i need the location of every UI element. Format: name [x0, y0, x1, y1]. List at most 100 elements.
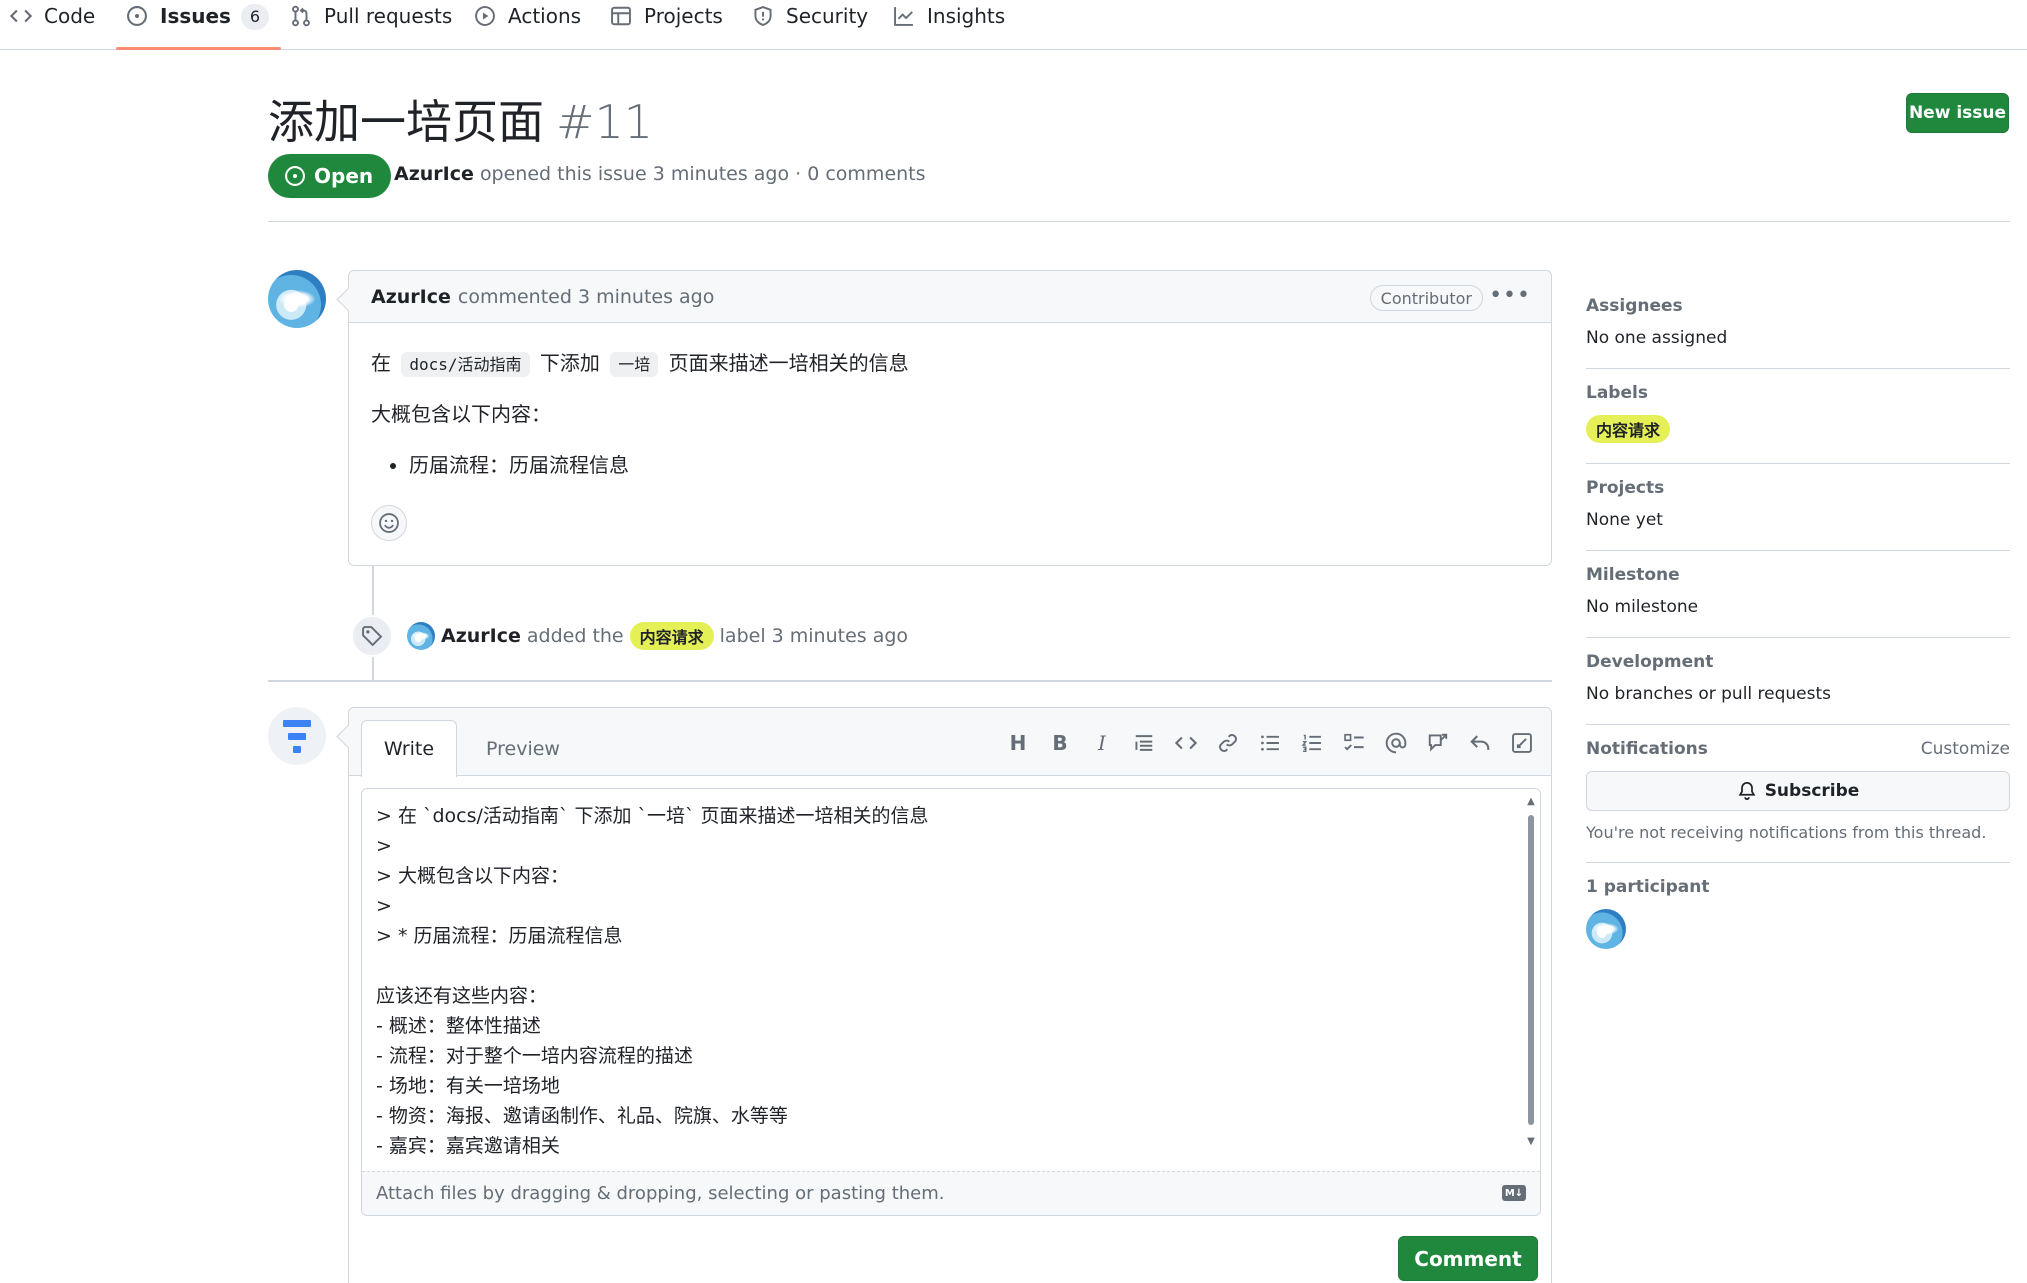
bold-icon[interactable]: B — [1045, 728, 1075, 758]
tab-projects[interactable]: Projects — [610, 0, 723, 50]
label-pill[interactable]: 内容请求 — [629, 622, 714, 650]
comment-paragraph: 在 docs/活动指南 下添加 一培 页面来描述一培相关的信息 — [371, 347, 1529, 377]
italic-icon[interactable]: I — [1087, 728, 1117, 758]
new-issue-button[interactable]: New issue — [1906, 93, 2009, 133]
scrollbar-thumb[interactable] — [1528, 815, 1534, 1125]
tab-insights[interactable]: Insights — [893, 0, 1005, 50]
graph-icon — [894, 7, 913, 26]
markdown-icon[interactable]: M↓ — [1502, 1185, 1526, 1201]
tab-issues[interactable]: Issues 6 — [116, 0, 281, 50]
tab-preview[interactable]: Preview — [467, 720, 579, 777]
code-icon — [10, 9, 32, 23]
scrollbar[interactable]: ▲ ▼ — [1526, 797, 1536, 1147]
timeline-badge — [351, 615, 393, 657]
contributor-badge: Contributor — [1369, 285, 1483, 311]
cross-reference-icon[interactable] — [1423, 728, 1453, 758]
sidebar-notifications: Notifications Customize Subscribe You're… — [1586, 725, 2010, 863]
avatar[interactable] — [268, 270, 326, 328]
task-list-icon[interactable] — [1339, 728, 1369, 758]
markdown-toolbar: H B I — [1003, 728, 1537, 758]
avatar-bar — [288, 732, 306, 740]
issue-author-link[interactable]: AzurIce — [394, 163, 474, 185]
tab-issues-label: Issues — [160, 4, 231, 28]
customize-link[interactable]: Customize — [1921, 739, 2010, 759]
unordered-list-icon[interactable] — [1255, 728, 1285, 758]
smiley-icon — [379, 513, 399, 533]
sidebar-projects-title[interactable]: Projects — [1586, 478, 2010, 498]
bell-icon — [1738, 781, 1756, 800]
sidebar-assignees-title[interactable]: Assignees — [1586, 296, 2010, 316]
sidebar-labels-title[interactable]: Labels — [1586, 383, 2010, 403]
ordered-list-icon[interactable] — [1297, 728, 1327, 758]
timeline-event: AzurIce added the 内容请求 label 3 minutes a… — [441, 622, 908, 650]
tab-write[interactable]: Write — [361, 720, 457, 777]
event-suffix: label 3 minutes ago — [719, 625, 909, 647]
avatar-bar — [293, 745, 301, 753]
event-actor-link[interactable]: AzurIce — [441, 625, 521, 647]
sidebar-development-title[interactable]: Development — [1586, 652, 2010, 672]
tab-code[interactable]: Code — [10, 0, 95, 50]
issue-sidebar: Assignees No one assigned Labels 内容请求 Pr… — [1586, 282, 2010, 969]
issue-number: #11 — [556, 95, 654, 149]
comment-header: AzurIce commented 3 minutes ago Contribu… — [349, 271, 1551, 323]
add-reaction-button[interactable] — [371, 505, 407, 541]
tab-code-label: Code — [44, 4, 96, 28]
sidebar-assignees: Assignees No one assigned — [1586, 282, 2010, 369]
comment-text: 页面来描述一培相关的信息 — [668, 351, 909, 375]
sidebar-milestone-title[interactable]: Milestone — [1586, 565, 2010, 585]
sidebar-labels: Labels 内容请求 — [1586, 369, 2010, 464]
subscribe-button[interactable]: Subscribe — [1586, 771, 2010, 811]
comment-textarea-wrapper: > 在 `docs/活动指南` 下添加 `一培` 页面来描述一培相关的信息 > … — [361, 788, 1541, 1216]
label-pill[interactable]: 内容请求 — [1586, 415, 1671, 443]
tab-actions-label: Actions — [508, 4, 582, 28]
comment-text: 下添加 — [539, 351, 600, 375]
issue-state-badge: Open — [268, 154, 392, 198]
shield-icon — [754, 6, 772, 26]
tab-pull-requests[interactable]: Pull requests — [290, 0, 452, 50]
tab-insights-label: Insights — [927, 4, 1006, 28]
repo-nav: Code Issues 6 Pull requests Actions Proj… — [0, 0, 2027, 50]
avatar[interactable] — [268, 707, 326, 765]
composer-header: Write Preview H B I — [349, 708, 1551, 777]
play-icon — [475, 6, 495, 26]
issue-title: 添加一培页面 #11 — [268, 86, 653, 152]
issue-state-label: Open — [314, 164, 374, 188]
code-icon[interactable] — [1171, 728, 1201, 758]
subscribe-label: Subscribe — [1764, 781, 1860, 801]
comment-submit-button[interactable]: Comment — [1398, 1236, 1538, 1281]
avatar[interactable] — [1586, 909, 1626, 949]
sidebar-assignees-value: No one assigned — [1586, 328, 1728, 348]
link-icon[interactable] — [1213, 728, 1243, 758]
comment-body: 在 docs/活动指南 下添加 一培 页面来描述一培相关的信息 大概包含以下内容… — [349, 323, 1551, 502]
tab-pull-requests-label: Pull requests — [324, 4, 453, 28]
comment-author-link[interactable]: AzurIce — [371, 286, 451, 308]
scroll-down-icon[interactable]: ▼ — [1526, 1137, 1536, 1147]
fullscreen-icon[interactable] — [1507, 728, 1537, 758]
inline-code: 一培 — [610, 352, 659, 377]
scroll-up-icon[interactable]: ▲ — [1526, 797, 1536, 807]
comment-timestamp[interactable]: commented 3 minutes ago — [458, 286, 714, 308]
attach-files-bar[interactable]: Attach files by dragging & dropping, sel… — [362, 1171, 1540, 1215]
heading-icon[interactable]: H — [1003, 728, 1033, 758]
sidebar-projects-value: None yet — [1586, 510, 1663, 530]
tab-actions[interactable]: Actions — [474, 0, 581, 50]
issue-comment: AzurIce commented 3 minutes ago Contribu… — [348, 270, 1552, 566]
comment-textarea[interactable]: > 在 `docs/活动指南` 下添加 `一培` 页面来描述一培相关的信息 > … — [362, 789, 1522, 1169]
sidebar-participants-title: 1 participant — [1586, 877, 1710, 897]
kebab-menu-icon[interactable]: ••• — [1489, 283, 1531, 308]
table-icon — [611, 6, 631, 26]
issue-opened-icon — [127, 6, 147, 26]
issue-title-text: 添加一培页面 — [268, 95, 544, 149]
comment-text: 在 — [371, 351, 391, 375]
reply-icon[interactable] — [1465, 728, 1495, 758]
mention-icon[interactable] — [1381, 728, 1411, 758]
tab-security[interactable]: Security — [752, 0, 868, 50]
sidebar-milestone: Milestone No milestone — [1586, 551, 2010, 638]
quote-icon[interactable] — [1129, 728, 1159, 758]
inline-code: docs/活动指南 — [401, 352, 530, 377]
sidebar-projects: Projects None yet — [1586, 464, 2010, 551]
avatar[interactable] — [407, 622, 435, 650]
issue-meta: AzurIce opened this issue 3 minutes ago … — [394, 163, 926, 185]
avatar-bar — [283, 719, 311, 727]
event-verb: added the — [526, 625, 624, 647]
